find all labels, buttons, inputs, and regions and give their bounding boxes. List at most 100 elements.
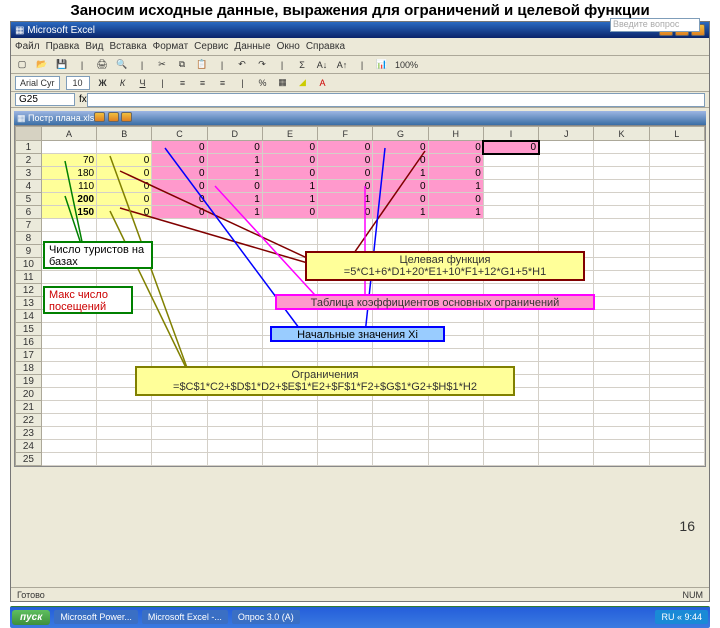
align-right-icon[interactable]: ≡	[216, 76, 230, 90]
row-header[interactable]: 25	[16, 453, 42, 466]
sort-asc-icon[interactable]: A↓	[315, 58, 329, 72]
cell[interactable]: 1	[428, 206, 483, 219]
row-header[interactable]: 21	[16, 401, 42, 414]
cell[interactable]: 0	[428, 167, 483, 180]
cell[interactable]: 0	[152, 206, 207, 219]
col-header[interactable]: L	[649, 127, 704, 141]
name-box[interactable]: G25	[15, 93, 75, 106]
cell[interactable]: 1	[373, 206, 428, 219]
cell[interactable]: 0	[152, 193, 207, 206]
copy-icon[interactable]: ⧉	[175, 58, 189, 72]
bold-icon[interactable]: Ж	[96, 76, 110, 90]
menu-item[interactable]: Формат	[153, 41, 189, 52]
row-header[interactable]: 23	[16, 427, 42, 440]
row-header[interactable]: 17	[16, 349, 42, 362]
wb-min[interactable]	[94, 112, 105, 122]
menu-item[interactable]: Вставка	[109, 41, 146, 52]
cell[interactable]: 0	[428, 193, 483, 206]
cell[interactable]: 0	[97, 154, 152, 167]
currency-icon[interactable]: %	[256, 76, 270, 90]
cell[interactable]: 1	[318, 193, 373, 206]
cell[interactable]: 200	[41, 193, 96, 206]
col-header[interactable]: H	[428, 127, 483, 141]
menu-item[interactable]: Сервис	[194, 41, 228, 52]
cell[interactable]: 0	[97, 206, 152, 219]
size-select[interactable]: 10	[66, 76, 90, 90]
underline-icon[interactable]: Ч	[136, 76, 150, 90]
row-header[interactable]: 19	[16, 375, 42, 388]
help-search[interactable]: Введите вопрос	[610, 18, 700, 32]
row-header[interactable]: 9	[16, 245, 42, 258]
menu-item[interactable]: Файл	[15, 41, 40, 52]
cell[interactable]: 110	[41, 180, 96, 193]
row-header[interactable]: 11	[16, 271, 42, 284]
cell[interactable]: 0	[207, 141, 262, 154]
cell[interactable]: 0	[262, 206, 317, 219]
print-icon[interactable]: 🖨	[95, 58, 109, 72]
row-header[interactable]: 6	[16, 206, 42, 219]
row-header[interactable]: 18	[16, 362, 42, 375]
cell[interactable]: 0	[262, 154, 317, 167]
cell[interactable]: 0	[318, 141, 373, 154]
cell[interactable]: 0	[97, 193, 152, 206]
cell[interactable]: 1	[262, 193, 317, 206]
select-all[interactable]	[16, 127, 42, 141]
cell[interactable]: 180	[41, 167, 96, 180]
cell[interactable]: 0	[97, 180, 152, 193]
col-header[interactable]: J	[539, 127, 594, 141]
cell[interactable]: 1	[207, 167, 262, 180]
fill-icon[interactable]: ◢	[296, 76, 310, 90]
formula-input[interactable]	[87, 93, 705, 107]
menu-item[interactable]: Справка	[306, 41, 345, 52]
row-header[interactable]: 2	[16, 154, 42, 167]
font-color-icon[interactable]: A	[316, 76, 330, 90]
col-header[interactable]: C	[152, 127, 207, 141]
task-item[interactable]: Microsoft Excel -...	[142, 610, 228, 624]
cell[interactable]: 0	[152, 167, 207, 180]
borders-icon[interactable]: ▦	[276, 76, 290, 90]
cell[interactable]: 0	[373, 154, 428, 167]
row-header[interactable]: 16	[16, 336, 42, 349]
italic-icon[interactable]: К	[116, 76, 130, 90]
undo-icon[interactable]: ↶	[235, 58, 249, 72]
cell[interactable]: 0	[262, 141, 317, 154]
menu-item[interactable]: Правка	[46, 41, 80, 52]
cell[interactable]: 0	[318, 154, 373, 167]
row-header[interactable]: 13	[16, 297, 42, 310]
row-header[interactable]: 12	[16, 284, 42, 297]
cell[interactable]: 0	[207, 180, 262, 193]
col-header[interactable]: G	[373, 127, 428, 141]
row-header[interactable]: 5	[16, 193, 42, 206]
save-icon[interactable]: 💾	[55, 58, 69, 72]
cell[interactable]: 0	[483, 141, 538, 154]
task-item[interactable]: Microsoft Power...	[54, 610, 138, 624]
cell[interactable]: 0	[318, 206, 373, 219]
cell[interactable]: 1	[262, 180, 317, 193]
paste-icon[interactable]: 📋	[195, 58, 209, 72]
cell[interactable]: 0	[373, 180, 428, 193]
menu-item[interactable]: Окно	[277, 41, 300, 52]
cell[interactable]: 0	[373, 141, 428, 154]
menu-item[interactable]: Вид	[85, 41, 103, 52]
row-header[interactable]: 15	[16, 323, 42, 336]
cell[interactable]: 150	[41, 206, 96, 219]
menu-item[interactable]: Данные	[234, 41, 270, 52]
col-header[interactable]: K	[594, 127, 649, 141]
align-left-icon[interactable]: ≡	[176, 76, 190, 90]
cell[interactable]: 0	[428, 154, 483, 167]
align-center-icon[interactable]: ≡	[196, 76, 210, 90]
cell[interactable]: 0	[318, 167, 373, 180]
row-header[interactable]: 8	[16, 232, 42, 245]
sum-icon[interactable]: Σ	[295, 58, 309, 72]
systray[interactable]: RU « 9:44	[655, 610, 708, 624]
cell[interactable]: 0	[97, 167, 152, 180]
preview-icon[interactable]: 🔍	[115, 58, 129, 72]
new-icon[interactable]: ▢	[15, 58, 29, 72]
col-header[interactable]: B	[97, 127, 152, 141]
cell[interactable]: 1	[207, 154, 262, 167]
cell[interactable]: 70	[41, 154, 96, 167]
cell[interactable]: 1	[207, 206, 262, 219]
col-header[interactable]: E	[262, 127, 317, 141]
start-button[interactable]: пуск	[12, 610, 50, 625]
cell[interactable]: 0	[152, 154, 207, 167]
